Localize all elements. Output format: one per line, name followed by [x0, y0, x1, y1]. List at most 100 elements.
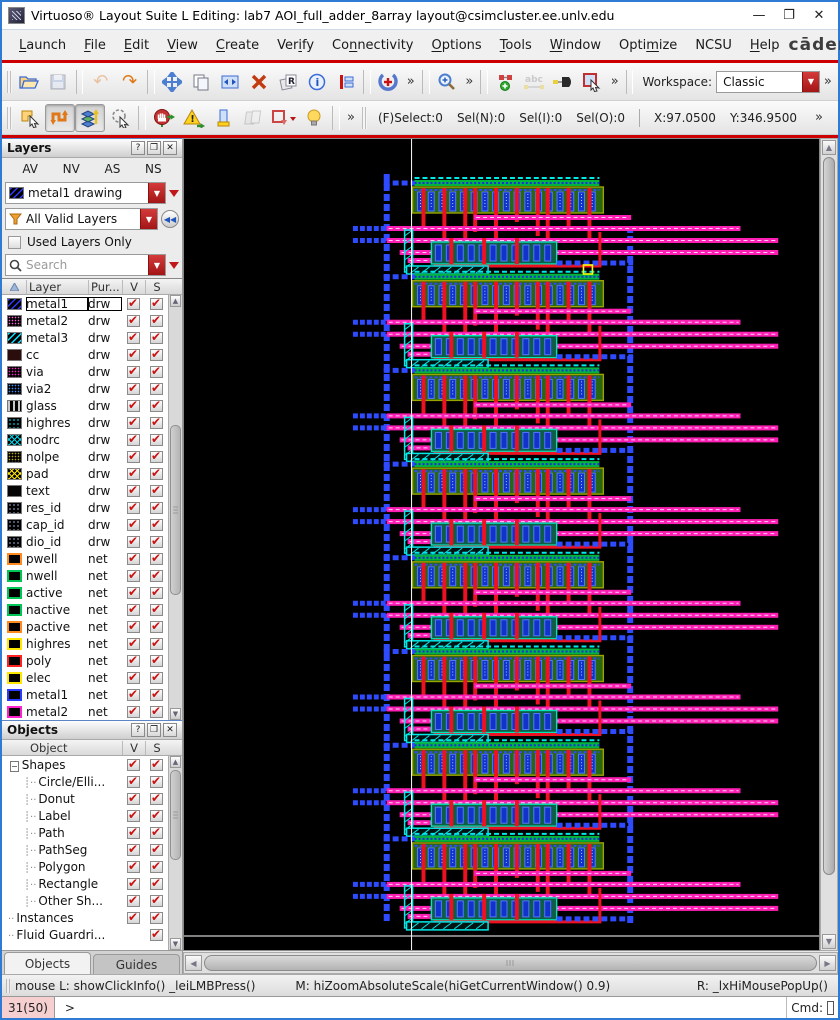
layer-v-checkbox[interactable]: [127, 672, 140, 684]
object-v-checkbox[interactable]: [127, 895, 140, 907]
layer-s-checkbox[interactable]: [150, 366, 163, 378]
info-button[interactable]: i: [302, 68, 331, 96]
object-row-pathseg[interactable]: ┊··PathSeg: [2, 841, 168, 858]
layer-v-checkbox[interactable]: [127, 434, 140, 446]
object-s-checkbox[interactable]: [150, 759, 163, 771]
lasso-select-button[interactable]: [105, 104, 135, 132]
object-s-checkbox[interactable]: [150, 878, 163, 890]
scrollbar-thumb[interactable]: [823, 157, 835, 875]
overflow-chevron[interactable]: »: [461, 74, 477, 89]
object-v-checkbox[interactable]: [127, 810, 140, 822]
object-v-checkbox[interactable]: [127, 793, 140, 805]
stop-hand-button[interactable]: [149, 104, 179, 132]
minimize-button[interactable]: —: [744, 4, 774, 28]
objects-close-panel-button[interactable]: ✕: [163, 723, 177, 737]
menu-launch[interactable]: Launch: [10, 34, 75, 57]
create-label-button[interactable]: abc: [520, 68, 549, 96]
layer-v-checkbox[interactable]: [127, 417, 140, 429]
layer-row-nwell-net[interactable]: nwellnet: [2, 567, 168, 584]
create-via-button[interactable]: [491, 68, 520, 96]
object-row-shapes[interactable]: −Shapes: [2, 756, 168, 773]
object-v-checkbox[interactable]: [127, 861, 140, 873]
layer-s-checkbox[interactable]: [150, 349, 163, 361]
layer-row-nolpe-drw[interactable]: nolpedrw: [2, 448, 168, 465]
layer-row-via2-drw[interactable]: via2drw: [2, 380, 168, 397]
menu-edit[interactable]: Edit: [115, 34, 158, 57]
object-v-checkbox[interactable]: [127, 759, 140, 771]
scrollbar-thumb[interactable]: [170, 425, 181, 595]
overflow-chevron[interactable]: »: [820, 74, 836, 89]
layer-row-nodrc-drw[interactable]: nodrcdrw: [2, 431, 168, 448]
properties-button[interactable]: R: [273, 68, 302, 96]
layer-v-checkbox[interactable]: [127, 519, 140, 531]
layer-s-checkbox[interactable]: [150, 485, 163, 497]
collapse-panel-button[interactable]: ◀◀: [161, 210, 179, 228]
layer-v-checkbox[interactable]: [127, 315, 140, 327]
layer-s-checkbox[interactable]: [150, 519, 163, 531]
object-row-circle-elli-[interactable]: ┊··Circle/Elli...: [2, 773, 168, 790]
object-v-checkbox[interactable]: [127, 844, 140, 856]
layer-s-checkbox[interactable]: [150, 689, 163, 701]
layers-help-button[interactable]: ?: [131, 141, 145, 155]
layer-row-glass-drw[interactable]: glassdrw: [2, 397, 168, 414]
layer-row-pad-drw[interactable]: paddrw: [2, 465, 168, 482]
move-button[interactable]: [158, 68, 187, 96]
layer-vis-button-av[interactable]: AV: [15, 159, 45, 179]
layer-vis-button-nv[interactable]: NV: [56, 159, 87, 179]
open-button[interactable]: [15, 68, 44, 96]
menu-optimize[interactable]: Optimize: [610, 34, 686, 57]
layer-s-checkbox[interactable]: [150, 332, 163, 344]
tree-expander-icon[interactable]: −: [10, 761, 19, 772]
close-button[interactable]: ✕: [804, 4, 834, 28]
layer-v-checkbox[interactable]: [127, 485, 140, 497]
object-row-polygon[interactable]: ┊··Polygon: [2, 858, 168, 875]
layer-row-active-net[interactable]: activenet: [2, 584, 168, 601]
scrollbar-thumb[interactable]: [204, 955, 817, 971]
layer-v-checkbox[interactable]: [127, 587, 140, 599]
object-s-checkbox[interactable]: [150, 929, 163, 941]
object-v-checkbox[interactable]: [127, 776, 140, 788]
workspace-dropdown-arrow[interactable]: ▼: [802, 72, 819, 92]
search-dropdown-arrow[interactable]: ▼: [148, 255, 165, 275]
layer-row-highres-net[interactable]: highresnet: [2, 635, 168, 652]
layer-v-checkbox[interactable]: [127, 536, 140, 548]
menu-help[interactable]: Help: [741, 34, 789, 57]
object-s-checkbox[interactable]: [150, 895, 163, 907]
overflow-chevron[interactable]: »: [811, 110, 827, 125]
layer-row-dio_id-drw[interactable]: dio_iddrw: [2, 533, 168, 550]
stretch-button[interactable]: [216, 68, 245, 96]
layer-s-checkbox[interactable]: [150, 298, 163, 310]
scroll-down-arrow[interactable]: ▼: [170, 708, 181, 720]
layer-vis-button-ns[interactable]: NS: [138, 159, 169, 179]
object-s-checkbox[interactable]: [150, 827, 163, 839]
layer-row-cc-drw[interactable]: ccdrw: [2, 346, 168, 363]
object-row-instances[interactable]: ··Instances: [2, 909, 168, 926]
layer-row-cap_id-drw[interactable]: cap_iddrw: [2, 516, 168, 533]
layer-v-checkbox[interactable]: [127, 400, 140, 412]
layer-v-checkbox[interactable]: [127, 689, 140, 701]
layer-v-checkbox[interactable]: [127, 468, 140, 480]
object-v-checkbox[interactable]: [127, 827, 140, 839]
object-s-checkbox[interactable]: [150, 861, 163, 873]
layer-row-via-drw[interactable]: viadrw: [2, 363, 168, 380]
maximize-button[interactable]: ❐: [774, 4, 804, 28]
tab-guides[interactable]: Guides: [93, 954, 180, 974]
objects-panel-title-bar[interactable]: Objects ?❐✕: [2, 720, 182, 740]
layer-v-checkbox[interactable]: [127, 621, 140, 633]
layer-s-checkbox[interactable]: [150, 502, 163, 514]
layer-v-checkbox[interactable]: [127, 638, 140, 650]
object-v-checkbox[interactable]: [127, 912, 140, 924]
layer-s-checkbox[interactable]: [150, 604, 163, 616]
search-menu-arrow[interactable]: [169, 262, 179, 269]
overflow-chevron[interactable]: »: [607, 74, 623, 89]
layer-s-checkbox[interactable]: [150, 706, 163, 718]
layers-float-button[interactable]: ❐: [147, 141, 161, 155]
objects-float-button[interactable]: ❐: [147, 723, 161, 737]
layer-row-metal1-net[interactable]: metal1net: [2, 686, 168, 703]
scroll-up-arrow[interactable]: ▲: [170, 295, 181, 307]
layer-s-checkbox[interactable]: [150, 638, 163, 650]
object-s-checkbox[interactable]: [150, 810, 163, 822]
cmd-caret[interactable]: [827, 1001, 834, 1015]
objects-scrollbar[interactable]: ▲ ▼: [168, 756, 182, 950]
object-row-label[interactable]: ┊··Label: [2, 807, 168, 824]
